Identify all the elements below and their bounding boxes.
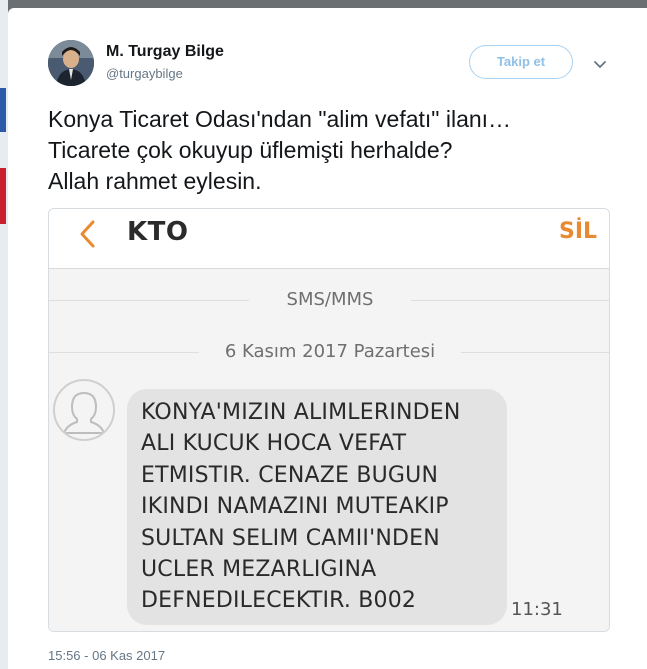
sms-message-bubble: KONYA'MIZIN ALIMLERINDEN ALI KUCUK HOCA …: [127, 389, 507, 625]
background-timeline-strip: [0, 0, 8, 669]
sms-header: KTO SİL: [49, 209, 609, 269]
chevron-down-icon[interactable]: [592, 58, 608, 70]
sms-sender: KTO: [127, 217, 189, 247]
user-handle[interactable]: @turgaybilge: [106, 66, 183, 81]
background-blue-block: [0, 88, 6, 132]
tweet-text: Konya Ticaret Odası'ndan "alim vefatı" i…: [48, 106, 512, 194]
sms-delete-label: SİL: [559, 219, 598, 244]
sms-message-text: KONYA'MIZIN ALIMLERINDEN ALI KUCUK HOCA …: [141, 400, 461, 614]
sms-date-separator: 6 Kasım 2017 Pazartesi: [49, 341, 609, 365]
sms-section-label: SMS/MMS: [286, 289, 374, 310]
follow-button[interactable]: Takip et: [469, 45, 573, 79]
sms-section-separator: SMS/MMS: [49, 289, 609, 313]
back-arrow-icon: [77, 219, 99, 249]
tweet-timestamp[interactable]: 15:56 - 06 Kas 2017: [48, 648, 165, 663]
sms-message-time: 11:31: [511, 599, 563, 620]
contact-avatar-icon: [53, 379, 115, 441]
avatar-photo: [48, 40, 94, 86]
display-name[interactable]: M. Turgay Bilge: [106, 43, 224, 61]
sms-date-label: 6 Kasım 2017 Pazartesi: [224, 341, 436, 362]
sms-body: SMS/MMS 6 Kasım 2017 Pazartesi KONYA'MIZ…: [49, 269, 609, 631]
tweet-card: M. Turgay Bilge @turgaybilge Takip et Ko…: [8, 8, 647, 669]
avatar[interactable]: [48, 40, 94, 86]
tweet-media-image[interactable]: KTO SİL SMS/MMS 6 Kasım 2017 Pazartesi K…: [48, 208, 610, 632]
background-red-block: [0, 168, 6, 224]
